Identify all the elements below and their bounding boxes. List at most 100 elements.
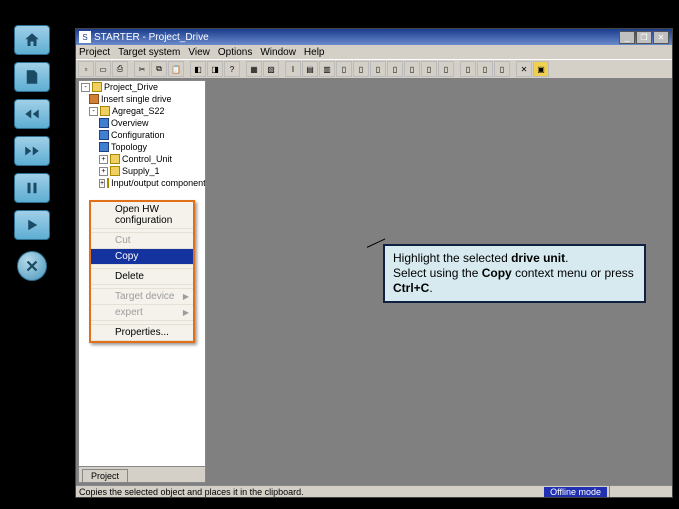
tb-t11[interactable]: ▯: [421, 61, 437, 77]
expander-icon[interactable]: +: [99, 155, 108, 164]
ctx-open-hw[interactable]: Open HW configuration: [91, 202, 193, 229]
status-mode: Offline mode: [544, 487, 607, 497]
tb-paste[interactable]: 📋: [168, 61, 184, 77]
tb-t8[interactable]: ▯: [370, 61, 386, 77]
folder-icon: [110, 154, 120, 164]
ext-home-button[interactable]: [14, 25, 50, 55]
ctx-target-device[interactable]: Target device ▶: [91, 289, 193, 305]
ctx-copy[interactable]: Copy: [91, 249, 193, 265]
ext-pause-button[interactable]: [14, 173, 50, 203]
tb-t2[interactable]: ▧: [263, 61, 279, 77]
tree-supply[interactable]: Supply_1: [122, 166, 160, 176]
callout-bold: drive unit: [511, 251, 565, 265]
tree-configuration[interactable]: Configuration: [111, 130, 165, 140]
ctx-properties[interactable]: Properties...: [91, 325, 193, 341]
ext-next-button[interactable]: [14, 136, 50, 166]
ext-back-button[interactable]: [14, 99, 50, 129]
status-hint: Copies the selected object and places it…: [79, 487, 304, 497]
rewind-icon: [23, 105, 41, 123]
tb-misc1[interactable]: ◧: [190, 61, 206, 77]
arrow-icon: [99, 118, 109, 128]
menubar: Project Target system View Options Windo…: [76, 45, 672, 59]
tb-t14[interactable]: ▯: [477, 61, 493, 77]
tb-t15[interactable]: ▯: [494, 61, 510, 77]
tb-open[interactable]: ▭: [95, 61, 111, 77]
tb-t3[interactable]: I: [285, 61, 301, 77]
callout-text: context menu or press: [512, 266, 634, 280]
callout-text: Select using the: [393, 266, 482, 280]
tb-new[interactable]: ▫: [78, 61, 94, 77]
tb-copy[interactable]: ⧉: [151, 61, 167, 77]
drive-icon: [89, 94, 99, 104]
expander-icon[interactable]: -: [89, 107, 98, 116]
ctx-label: Target device: [115, 291, 174, 302]
expander-icon[interactable]: +: [99, 179, 105, 188]
expander-icon[interactable]: +: [99, 167, 108, 176]
ctx-label: expert: [115, 307, 143, 318]
folder-icon: [110, 166, 120, 176]
tree-overview[interactable]: Overview: [111, 118, 149, 128]
forward-icon: [23, 142, 41, 160]
tb-t4[interactable]: ▤: [302, 61, 318, 77]
expander-icon[interactable]: -: [81, 83, 90, 92]
tb-sep: [129, 61, 133, 77]
tree-control-unit[interactable]: Control_Unit: [122, 154, 172, 164]
project-icon: [92, 82, 102, 92]
tree-root[interactable]: Project_Drive: [104, 82, 158, 92]
tb-t16[interactable]: ✕: [516, 61, 532, 77]
ctx-cut[interactable]: Cut: [91, 233, 193, 249]
tree-aggregat[interactable]: Agregat_S22: [112, 106, 165, 116]
minimize-button[interactable]: _: [619, 31, 635, 44]
ext-play-button[interactable]: [14, 210, 50, 240]
tb-t10[interactable]: ▯: [404, 61, 420, 77]
callout-text: .: [565, 251, 568, 265]
tb-t1[interactable]: ▦: [246, 61, 262, 77]
maximize-button[interactable]: ❐: [636, 31, 652, 44]
project-tree[interactable]: - Project_Drive Insert single drive - Agre…: [78, 80, 206, 483]
app-icon: S: [79, 31, 91, 43]
home-icon: [23, 31, 41, 49]
submenu-arrow-icon: ▶: [183, 292, 189, 301]
tb-misc2[interactable]: ◨: [207, 61, 223, 77]
callout-bold: Copy: [482, 266, 512, 280]
ext-notes-button[interactable]: [14, 62, 50, 92]
statusbar: Copies the selected object and places it…: [76, 485, 672, 497]
menu-help[interactable]: Help: [304, 47, 325, 58]
menu-window[interactable]: Window: [260, 47, 296, 58]
callout-box: Highlight the selected drive unit. Selec…: [383, 244, 646, 303]
tb-save[interactable]: ⎙: [112, 61, 128, 77]
tb-help[interactable]: ?: [224, 61, 240, 77]
tb-t17[interactable]: ▣: [533, 61, 549, 77]
app-window: S STARTER - Project_Drive _ ❐ ✕ Project …: [75, 28, 673, 498]
close-button[interactable]: ✕: [653, 31, 669, 44]
tb-t12[interactable]: ▯: [438, 61, 454, 77]
tb-t5[interactable]: ▥: [319, 61, 335, 77]
menu-project[interactable]: Project: [79, 47, 110, 58]
tb-t7[interactable]: ▯: [353, 61, 369, 77]
tb-t6[interactable]: ▯: [336, 61, 352, 77]
tb-cut[interactable]: ✂: [134, 61, 150, 77]
tb-t13[interactable]: ▯: [460, 61, 476, 77]
callout-bold: Ctrl+C: [393, 281, 429, 295]
tab-project[interactable]: Project: [82, 469, 128, 482]
ctx-expert[interactable]: expert▶: [91, 305, 193, 321]
tree-topology[interactable]: Topology: [111, 142, 147, 152]
tb-sep: [511, 61, 515, 77]
ctx-delete[interactable]: Delete: [91, 269, 193, 285]
tb-t9[interactable]: ▯: [387, 61, 403, 77]
folder-icon: [107, 178, 109, 188]
arrow-icon: [99, 142, 109, 152]
menu-target[interactable]: Target system: [118, 47, 180, 58]
tree-io-component[interactable]: Input/output component: [111, 178, 205, 188]
tree-insert-drive[interactable]: Insert single drive: [101, 94, 172, 104]
menu-options[interactable]: Options: [218, 47, 252, 58]
tb-sep: [241, 61, 245, 77]
close-circle-icon: [23, 257, 41, 275]
canvas: Highlight the selected drive unit. Selec…: [208, 78, 672, 485]
menu-view[interactable]: View: [188, 47, 210, 58]
window-title: STARTER - Project_Drive: [94, 32, 209, 43]
titlebar: S STARTER - Project_Drive _ ❐ ✕: [76, 29, 672, 45]
ext-close-button[interactable]: [17, 251, 47, 281]
status-cell: [609, 486, 669, 497]
pause-icon: [23, 179, 41, 197]
